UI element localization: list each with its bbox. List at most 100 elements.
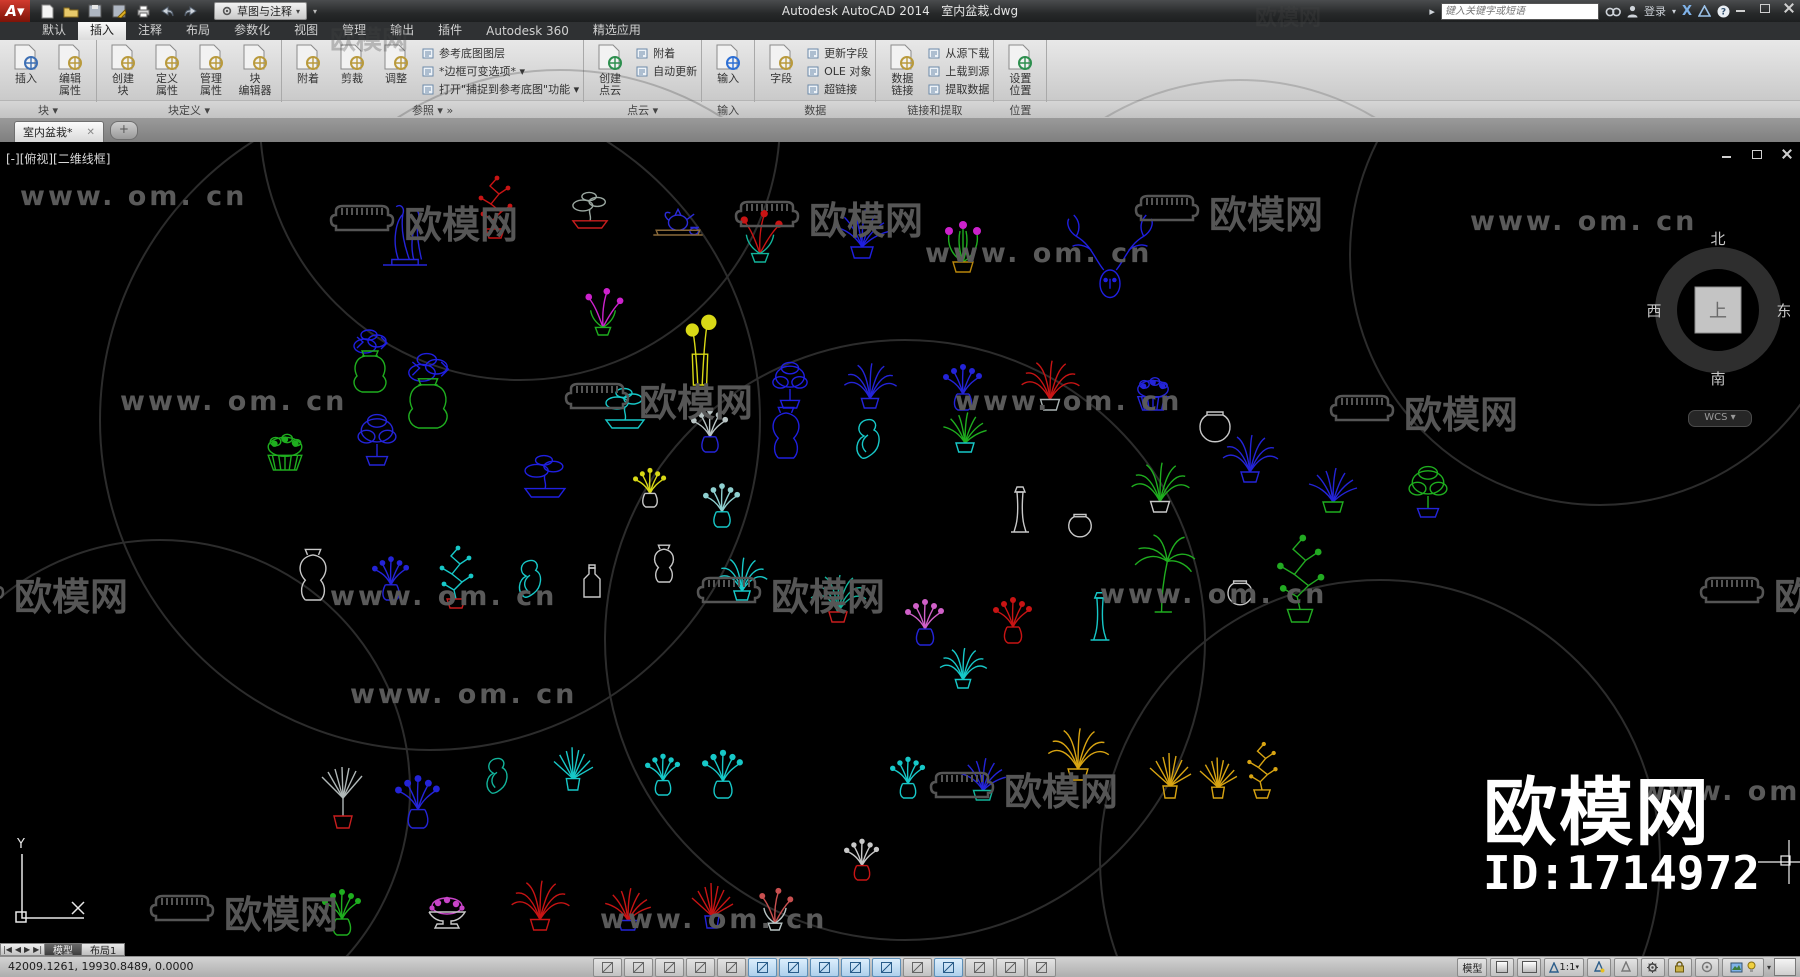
ribbon-row-button-6-2[interactable]: 提取数据: [928, 81, 989, 97]
ribbon-row-button-3-1[interactable]: 自动更新: [636, 63, 697, 79]
panel-footer-输入[interactable]: 输入: [702, 103, 754, 119]
ribbon-button-剪裁[interactable]: 剪裁: [330, 42, 374, 85]
new-icon[interactable]: [38, 3, 56, 19]
toggle-quick-properties[interactable]: [965, 958, 994, 977]
plot-icon[interactable]: [134, 3, 152, 19]
ribbon-tab-8[interactable]: 插件: [426, 20, 474, 40]
ribbon-tab-3[interactable]: 布局: [174, 20, 222, 40]
ribbon-button-定义属性[interactable]: 定义 属性: [145, 42, 189, 97]
model-space-button[interactable]: 模型: [1457, 957, 1488, 977]
ribbon-row-button-6-1[interactable]: 上载到源: [928, 63, 989, 79]
toggle-dynamic-input[interactable]: [872, 958, 901, 977]
ribbon-button-插入[interactable]: 插入: [4, 42, 48, 85]
redo-icon[interactable]: [182, 3, 200, 19]
drawing-canvas[interactable]: [-][俯视][二维线框] www. om. cn 欧模网 欧模网 欧模网 www. o…: [0, 142, 1800, 956]
layout-tab-nav-arrows[interactable]: |◀ ◀ ▶ ▶|: [0, 943, 46, 956]
toggle-annotation-monitor[interactable]: [1027, 958, 1056, 977]
annotation-visibility-icon[interactable]: [1586, 957, 1611, 977]
panel-footer-数据[interactable]: 数据: [755, 103, 875, 119]
ribbon-row-button-2-0[interactable]: 参考底图图层: [422, 45, 579, 61]
layout1-tab[interactable]: 布局1: [82, 943, 126, 957]
ribbon-row-button-3-0[interactable]: 附着: [636, 45, 697, 61]
sign-in-link[interactable]: 登录: [1644, 3, 1666, 19]
drawing-restore-button[interactable]: [1750, 148, 1764, 160]
toolbar-lock-icon[interactable]: [1667, 957, 1692, 977]
ribbon-row-button-2-2[interactable]: 打开"捕捉到参考底图"功能 ▾: [422, 81, 579, 97]
search-input[interactable]: 键入关键字或短语: [1440, 2, 1599, 20]
restore-button[interactable]: [1758, 2, 1772, 14]
save-as-icon[interactable]: [110, 3, 128, 19]
ribbon-row-button-5-0[interactable]: 更新字段: [807, 45, 871, 61]
toggle-grid-display[interactable]: [655, 958, 684, 977]
toggle-polar-tracking[interactable]: [717, 958, 746, 977]
toggle-show-lineweight[interactable]: [903, 958, 932, 977]
ribbon-tab-9[interactable]: Autodesk 360: [474, 23, 581, 40]
annotation-scale-button[interactable]: 1:1 ▾: [1544, 957, 1584, 977]
ribbon-tab-4[interactable]: 参数化: [222, 20, 282, 40]
save-icon[interactable]: [86, 3, 104, 19]
ribbon-button-字段[interactable]: 字段: [759, 42, 803, 85]
quick-view-layouts-icon[interactable]: [1490, 957, 1515, 977]
view-cube[interactable]: 北 西 南 东 上: [1640, 192, 1790, 432]
ribbon-tab-0[interactable]: 默认: [30, 20, 78, 40]
minimize-button[interactable]: [1734, 2, 1748, 14]
workspace-switcher[interactable]: 草图与注释 ▾: [214, 2, 308, 20]
ribbon-button-附着[interactable]: 附着: [286, 42, 330, 85]
autodesk360-icon[interactable]: [1698, 5, 1711, 17]
expand-search-icon[interactable]: ▸: [1429, 5, 1435, 18]
toggle-selection-cycling[interactable]: [996, 958, 1025, 977]
open-icon[interactable]: [62, 3, 80, 19]
ribbon-button-数据链接[interactable]: 数据 链接: [880, 42, 924, 97]
exchange-apps-icon[interactable]: X: [1682, 4, 1692, 19]
autocad-logo[interactable]: A▾: [0, 0, 30, 22]
viewport-controls-label[interactable]: [-][俯视][二维线框]: [6, 150, 110, 167]
ribbon-row-button-5-2[interactable]: 超链接: [807, 81, 871, 97]
signin-dropdown-icon[interactable]: ▾: [1672, 7, 1676, 16]
file-tab-close-icon[interactable]: ✕: [87, 127, 95, 138]
toggle-3d-object-snap[interactable]: [779, 958, 808, 977]
isolate-objects-icon[interactable]: [1694, 957, 1719, 977]
ribbon-tab-5[interactable]: 视图: [282, 20, 330, 40]
workspace-gear-icon[interactable]: [1640, 957, 1665, 977]
user-icon[interactable]: [1627, 5, 1638, 18]
ribbon-tab-2[interactable]: 注释: [126, 20, 174, 40]
drawing-minimize-button[interactable]: [1720, 148, 1734, 160]
hardware-acceleration-icon[interactable]: [1721, 957, 1764, 977]
ribbon-tab-10[interactable]: 精选应用: [581, 20, 653, 40]
file-tab-active[interactable]: 室内盆栽* ✕: [14, 121, 104, 142]
ribbon-button-创建点云[interactable]: 创建 点云: [588, 42, 632, 97]
model-tab[interactable]: 模型: [45, 943, 83, 957]
close-button[interactable]: [1782, 2, 1796, 14]
ribbon-tab-1[interactable]: 插入: [78, 20, 127, 40]
status-overflow-icon[interactable]: ▾: [1767, 963, 1771, 972]
ribbon-row-button-2-1[interactable]: *边框可变选项* ▾: [422, 63, 579, 79]
help-icon[interactable]: ?: [1717, 5, 1730, 18]
ribbon-row-button-5-1[interactable]: OLE 对象: [807, 63, 871, 79]
panel-footer-参照[interactable]: 参照 ▾ »: [282, 103, 583, 119]
panel-footer-位置[interactable]: 位置: [994, 103, 1046, 119]
toggle-infer-constraints[interactable]: [593, 958, 622, 977]
ribbon-button-编辑属性[interactable]: 编辑 属性: [48, 42, 92, 97]
search-binoculars-icon[interactable]: [1605, 5, 1621, 17]
quick-view-drawings-icon[interactable]: [1517, 957, 1542, 977]
panel-footer-点云[interactable]: 点云 ▾: [584, 103, 701, 119]
panel-footer-块[interactable]: 块 ▾: [0, 103, 96, 119]
qat-dropdown-icon[interactable]: ▾: [313, 7, 317, 16]
ribbon-button-输入[interactable]: 输入: [706, 42, 750, 85]
ribbon-tab-6[interactable]: 管理: [330, 20, 378, 40]
ribbon-button-块编辑器[interactable]: 块编辑器: [233, 42, 277, 97]
ribbon-row-button-6-0[interactable]: 从源下载: [928, 45, 989, 61]
ribbon-button-管理属性[interactable]: 管理 属性: [189, 42, 233, 97]
undo-icon[interactable]: [158, 3, 176, 19]
toggle-snap-mode[interactable]: [624, 958, 653, 977]
ribbon-button-创建块[interactable]: 创建块: [101, 42, 145, 97]
drawing-close-button[interactable]: [1780, 148, 1794, 160]
autoscale-icon[interactable]: [1613, 957, 1638, 977]
wcs-dropdown[interactable]: WCS ▾: [1688, 410, 1752, 427]
toggle-show-transparency[interactable]: [934, 958, 963, 977]
ribbon-button-设置位置[interactable]: 设置 位置: [998, 42, 1042, 97]
ribbon-button-调整[interactable]: 调整: [374, 42, 418, 85]
new-drawing-tab-button[interactable]: +: [109, 121, 138, 140]
panel-footer-链接和提取[interactable]: 链接和提取: [876, 103, 993, 119]
panel-footer-块定义[interactable]: 块定义 ▾: [97, 103, 281, 119]
